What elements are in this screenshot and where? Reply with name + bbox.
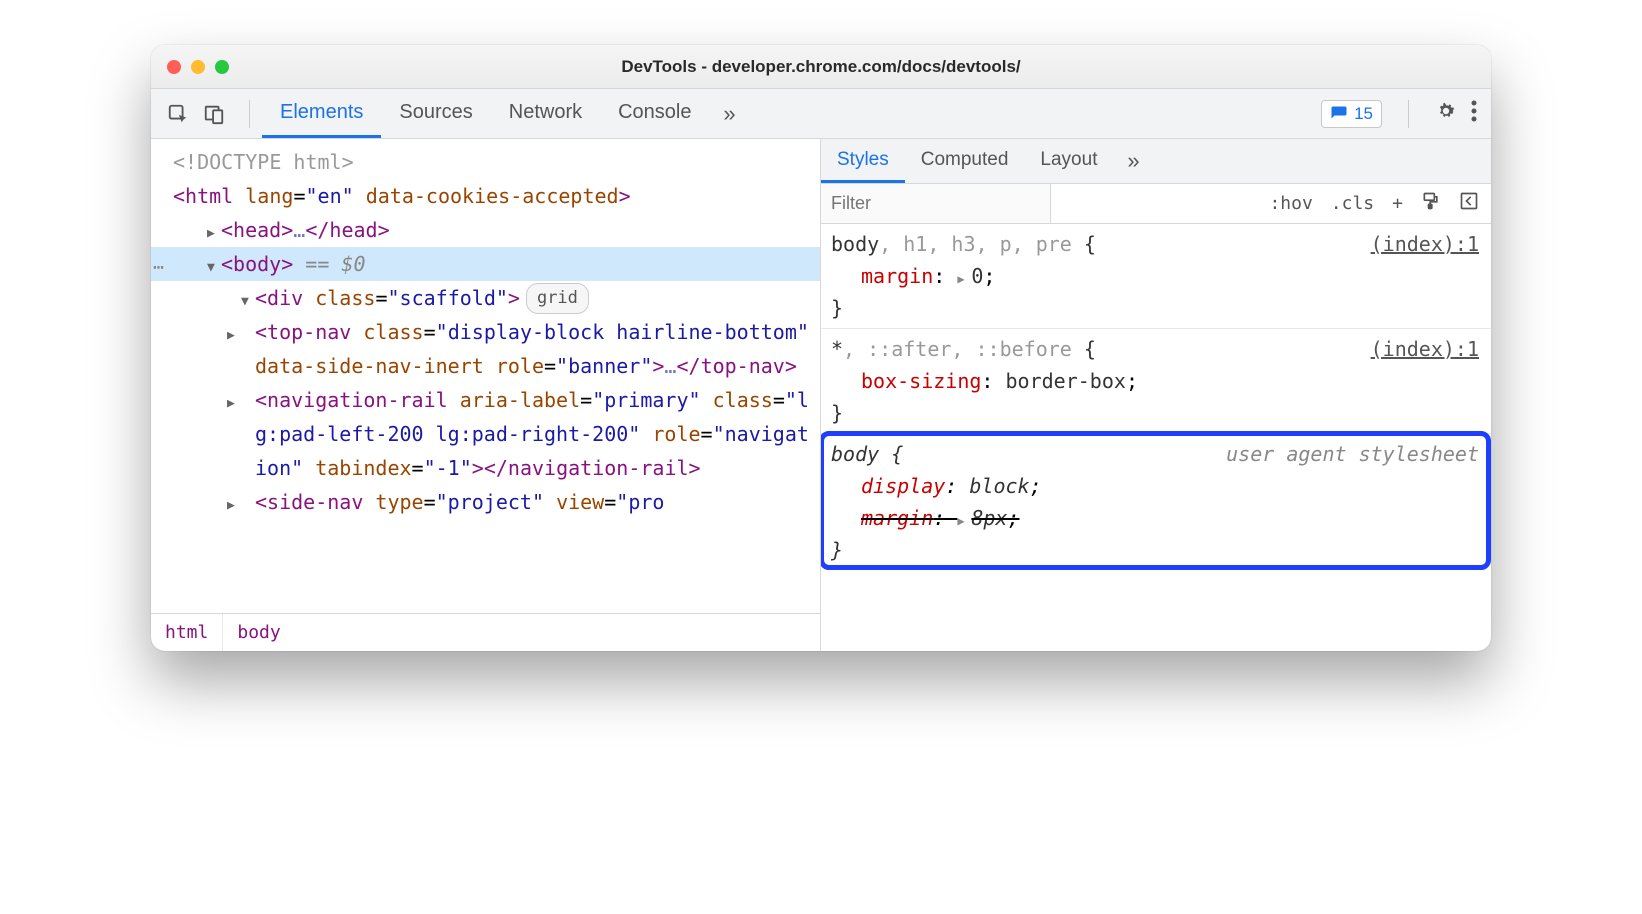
breadcrumbs: htmlbody <box>151 613 820 651</box>
maximize-window-button[interactable] <box>215 60 229 74</box>
css-declaration[interactable]: box-sizing: border-box; <box>831 365 1481 397</box>
css-rule-block[interactable]: body, h1, h3, p, pre {(index):1margin: 0… <box>821 224 1491 328</box>
dom-scaffold[interactable]: <div class="scaffold">grid <box>151 281 820 315</box>
styles-tabs: StylesComputedLayout» <box>821 139 1491 184</box>
rule-close-brace: } <box>831 534 1481 566</box>
tab-elements[interactable]: Elements <box>262 89 381 138</box>
rule-source-label: user agent stylesheet <box>1226 438 1479 470</box>
main-content: <!DOCTYPE html> <html lang="en" data-coo… <box>151 139 1491 651</box>
styles-more-tabs-icon[interactable]: » <box>1113 139 1153 183</box>
dom-navigation-rail[interactable]: <navigation-rail aria-label="primary" cl… <box>151 383 820 485</box>
breadcrumb-body[interactable]: body <box>222 614 294 651</box>
settings-gear-icon[interactable] <box>1435 100 1457 128</box>
rules-list[interactable]: body, h1, h3, p, pre {(index):1margin: 0… <box>821 224 1491 651</box>
window-title: DevTools - developer.chrome.com/docs/dev… <box>151 57 1491 77</box>
css-declaration[interactable]: margin: 0; <box>831 260 1481 292</box>
dom-html-open[interactable]: <html lang="en" data-cookies-accepted> <box>151 179 820 213</box>
rule-source-link[interactable]: (index):1 <box>1371 333 1479 365</box>
dom-tree[interactable]: <!DOCTYPE html> <html lang="en" data-coo… <box>151 139 820 613</box>
issues-count: 15 <box>1354 104 1373 124</box>
main-tabs: ElementsSourcesNetworkConsole <box>262 89 710 138</box>
dom-body-selected[interactable]: ⋯<body> == $0 <box>151 247 820 281</box>
css-rule-block[interactable]: *, ::after, ::before {(index):1box-sizin… <box>821 328 1491 433</box>
dom-doctype[interactable]: <!DOCTYPE html> <box>151 145 820 179</box>
devtools-window: DevTools - developer.chrome.com/docs/dev… <box>151 45 1491 651</box>
styles-tab-computed[interactable]: Computed <box>905 139 1025 183</box>
computed-toggle-icon[interactable] <box>1459 191 1479 216</box>
styles-paint-icon[interactable] <box>1421 191 1441 216</box>
styles-tab-styles[interactable]: Styles <box>821 139 905 183</box>
styles-tab-layout[interactable]: Layout <box>1024 139 1113 183</box>
inspect-element-icon[interactable] <box>165 101 191 127</box>
css-declaration[interactable]: display: block; <box>831 470 1481 502</box>
close-window-button[interactable] <box>167 60 181 74</box>
main-toolbar: ElementsSourcesNetworkConsole » 15 <box>151 89 1491 139</box>
more-options-icon[interactable] <box>1471 100 1477 128</box>
elements-panel: <!DOCTYPE html> <html lang="en" data-coo… <box>151 139 821 651</box>
traffic-lights <box>167 60 229 74</box>
rule-close-brace: } <box>831 292 1481 324</box>
dom-side-nav[interactable]: <side-nav type="project" view="pro <box>151 485 820 519</box>
tab-network[interactable]: Network <box>491 89 600 138</box>
more-tabs-icon[interactable]: » <box>710 89 750 138</box>
issues-button[interactable]: 15 <box>1321 100 1382 128</box>
dom-top-nav[interactable]: <top-nav class="display-block hairline-b… <box>151 315 820 383</box>
breadcrumb-html[interactable]: html <box>151 614 222 651</box>
hov-button[interactable]: :hov <box>1269 193 1312 214</box>
toolbar-separator <box>1408 100 1409 128</box>
css-declaration[interactable]: margin: 8px; <box>831 502 1481 534</box>
titlebar: DevTools - developer.chrome.com/docs/dev… <box>151 45 1491 89</box>
cls-button[interactable]: .cls <box>1331 193 1374 214</box>
css-rule-block[interactable]: body {user agent stylesheetdisplay: bloc… <box>821 433 1491 570</box>
rule-source-link[interactable]: (index):1 <box>1371 228 1479 260</box>
styles-toolbar: :hov .cls + <box>821 184 1491 224</box>
tab-console[interactable]: Console <box>600 89 709 138</box>
grid-badge[interactable]: grid <box>526 283 589 314</box>
styles-panel: StylesComputedLayout» :hov .cls + <box>821 139 1491 651</box>
dom-head[interactable]: <head>…</head> <box>151 213 820 247</box>
toolbar-separator <box>249 100 250 128</box>
device-toolbar-icon[interactable] <box>201 101 227 127</box>
minimize-window-button[interactable] <box>191 60 205 74</box>
new-style-rule-button[interactable]: + <box>1392 193 1403 214</box>
rule-close-brace: } <box>831 397 1481 429</box>
styles-filter-input[interactable] <box>821 184 1051 223</box>
tab-sources[interactable]: Sources <box>381 89 490 138</box>
